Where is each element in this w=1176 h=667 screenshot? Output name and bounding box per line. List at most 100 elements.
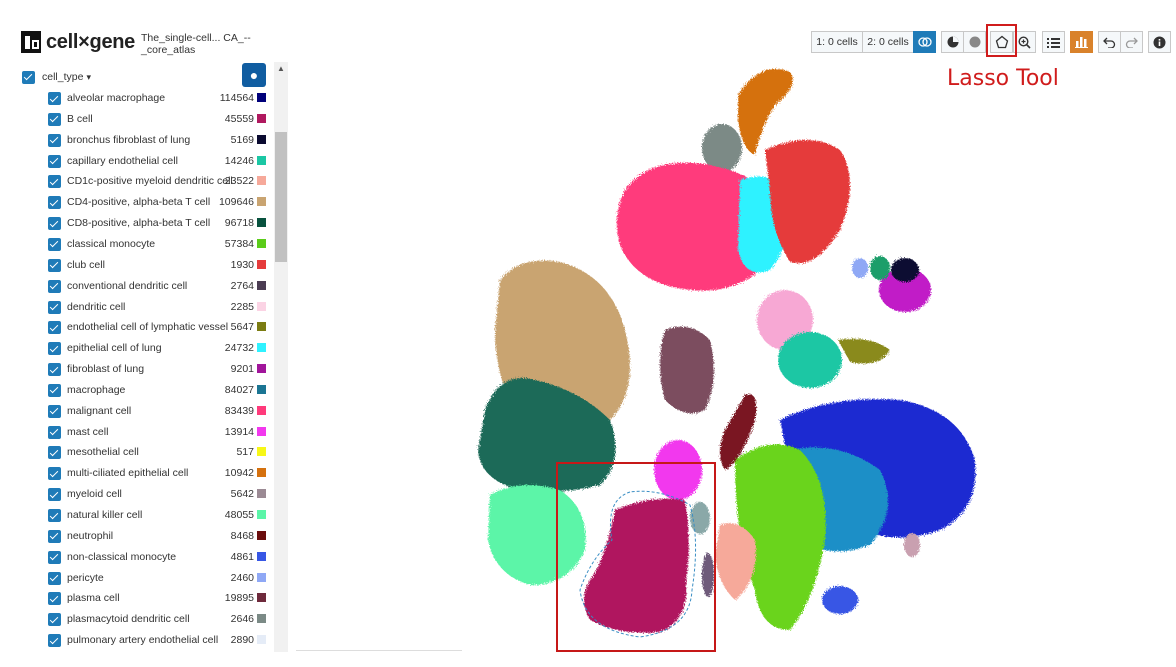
cell-type-checkbox[interactable]: [48, 196, 61, 210]
color-swatch: [257, 614, 266, 624]
cell-type-checkbox[interactable]: [48, 237, 61, 251]
left-sidebar: cell×gene The_single-cell... CA_--_core_…: [0, 0, 290, 667]
list-item[interactable]: club cell 1930: [0, 255, 272, 276]
cell-type-checkbox[interactable]: [48, 467, 61, 481]
cell-type-checkbox[interactable]: [48, 404, 61, 418]
cell-type-checkbox[interactable]: [48, 550, 61, 564]
list-item[interactable]: plasmacytoid dendritic cell 2646: [0, 609, 272, 630]
cell-type-checkbox[interactable]: [48, 488, 61, 502]
cell-type-checkbox[interactable]: [48, 363, 61, 377]
cell-type-checkbox[interactable]: [48, 175, 61, 189]
cell-type-label: non-classical monocyte: [67, 550, 177, 563]
list-item[interactable]: CD1c-positive myeloid dendritic cell 2352…: [0, 171, 272, 192]
cell-type-count: 517: [236, 446, 254, 459]
cell-type-checkbox[interactable]: [48, 592, 61, 606]
list-item[interactable]: mesothelial cell 517: [0, 442, 272, 463]
list-item[interactable]: B cell 45559: [0, 109, 272, 130]
cell-type-checkbox[interactable]: [48, 154, 61, 168]
chevron-down-icon[interactable]: ▾: [86, 72, 91, 83]
color-swatch: [257, 155, 266, 165]
cell-type-checkbox[interactable]: [48, 529, 61, 543]
list-item[interactable]: fibroblast of lung 9201: [0, 359, 272, 380]
cell-type-checkbox[interactable]: [48, 92, 61, 105]
cell-type-checkbox[interactable]: [48, 258, 61, 272]
cell-type-label: malignant cell: [67, 404, 132, 417]
color-by-button[interactable]: ●: [242, 63, 266, 87]
list-item[interactable]: natural killer cell 48055: [0, 505, 272, 526]
list-item[interactable]: capillary endothelial cell 14246: [0, 151, 272, 172]
color-swatch: [257, 572, 266, 582]
color-swatch: [257, 134, 266, 144]
list-item[interactable]: bronchus fibroblast of lung 5169: [0, 130, 272, 151]
category-name[interactable]: cell_type: [42, 71, 83, 83]
cell-type-count: 24732: [224, 342, 254, 355]
list-item[interactable]: epithelial cell of lung 24732: [0, 338, 272, 359]
color-swatch: [257, 384, 266, 394]
app-header: cell×gene The_single-cell... CA_--_core_…: [21, 30, 290, 56]
list-item[interactable]: malignant cell 83439: [0, 401, 272, 422]
color-swatch: [257, 405, 266, 415]
cell-type-label: macrophage: [67, 383, 126, 396]
cell-type-count: 5647: [230, 321, 254, 334]
list-item[interactable]: multi-ciliated epithelial cell 10942: [0, 463, 272, 484]
scroll-up-arrow-icon[interactable]: ▲: [274, 62, 288, 76]
cell-type-checkbox[interactable]: [48, 342, 61, 356]
cell-type-count: 2646: [230, 613, 254, 626]
list-item[interactable]: classical monocyte 57384: [0, 234, 272, 255]
cell-type-checkbox[interactable]: [48, 383, 61, 397]
list-item[interactable]: alveolar macrophage 114564: [0, 88, 272, 109]
list-item[interactable]: CD8-positive, alpha-beta T cell 96718: [0, 213, 272, 234]
cell-type-checkbox[interactable]: [48, 279, 61, 293]
cell-type-checkbox[interactable]: [48, 321, 61, 335]
cell-type-count: 96718: [224, 217, 254, 230]
list-item[interactable]: plasma cell 19895: [0, 588, 272, 609]
cell-type-label: CD4-positive, alpha-beta T cell: [67, 196, 211, 209]
cell-type-label: pericyte: [67, 571, 104, 584]
list-item[interactable]: mast cell 13914: [0, 422, 272, 443]
cell-type-checkbox[interactable]: [48, 634, 61, 648]
cell-type-checkbox[interactable]: [48, 571, 61, 585]
cell-type-checkbox[interactable]: [48, 425, 61, 439]
category-checkbox[interactable]: [22, 70, 35, 84]
color-swatch: [257, 280, 266, 290]
cell-type-label: mast cell: [67, 425, 109, 438]
color-swatch: [257, 176, 266, 186]
category-header[interactable]: cell_type ▾ ●: [22, 63, 268, 88]
cell-type-count: 57384: [224, 237, 254, 250]
cell-type-label: natural killer cell: [67, 509, 143, 521]
list-item[interactable]: dendritic cell 2285: [0, 297, 272, 318]
dataset-title[interactable]: The_single-cell... CA_--_core_atlas: [141, 32, 290, 56]
list-item[interactable]: conventional dendritic cell 2764: [0, 276, 272, 297]
cell-type-checkbox[interactable]: [48, 509, 61, 522]
cell-type-label: multi-ciliated epithelial cell: [67, 467, 189, 480]
cell-type-checkbox[interactable]: [48, 300, 61, 314]
list-item[interactable]: pericyte 2460: [0, 568, 272, 589]
color-swatch: [257, 113, 266, 123]
list-item[interactable]: myeloid cell 5642: [0, 484, 272, 505]
cell-type-count: 9201: [230, 363, 254, 376]
cell-type-checkbox[interactable]: [48, 613, 61, 627]
list-item[interactable]: pulmonary artery endothelial cell 2890: [0, 630, 272, 651]
list-item[interactable]: CD4-positive, alpha-beta T cell 109646: [0, 192, 272, 213]
cell-type-label: neutrophil: [67, 529, 114, 542]
scrollbar-thumb[interactable]: [275, 132, 287, 262]
cell-type-label: classical monocyte: [67, 237, 156, 250]
cell-type-count: 114564: [219, 92, 254, 104]
cell-type-label: epithelial cell of lung: [67, 342, 162, 355]
cell-type-checkbox[interactable]: [48, 112, 61, 126]
cell-type-count: 5169: [230, 133, 254, 146]
embedding-scatter-plot[interactable]: [440, 50, 1176, 650]
cell-type-checkbox[interactable]: [48, 133, 61, 147]
cell-type-label: club cell: [67, 258, 105, 271]
color-swatch: [257, 593, 266, 603]
cell-type-label: mesothelial cell: [67, 446, 139, 459]
list-item[interactable]: non-classical monocyte 4861: [0, 547, 272, 568]
color-swatch: [257, 259, 266, 269]
sidebar-scrollbar[interactable]: ▲: [274, 62, 288, 652]
brand-name: cell×gene: [45, 30, 136, 53]
list-item[interactable]: neutrophil 8468: [0, 526, 272, 547]
list-item[interactable]: endothelial cell of lymphatic vessel 5647: [0, 317, 272, 338]
cell-type-checkbox[interactable]: [48, 446, 61, 460]
cell-type-checkbox[interactable]: [48, 217, 61, 231]
list-item[interactable]: macrophage 84027: [0, 380, 272, 401]
